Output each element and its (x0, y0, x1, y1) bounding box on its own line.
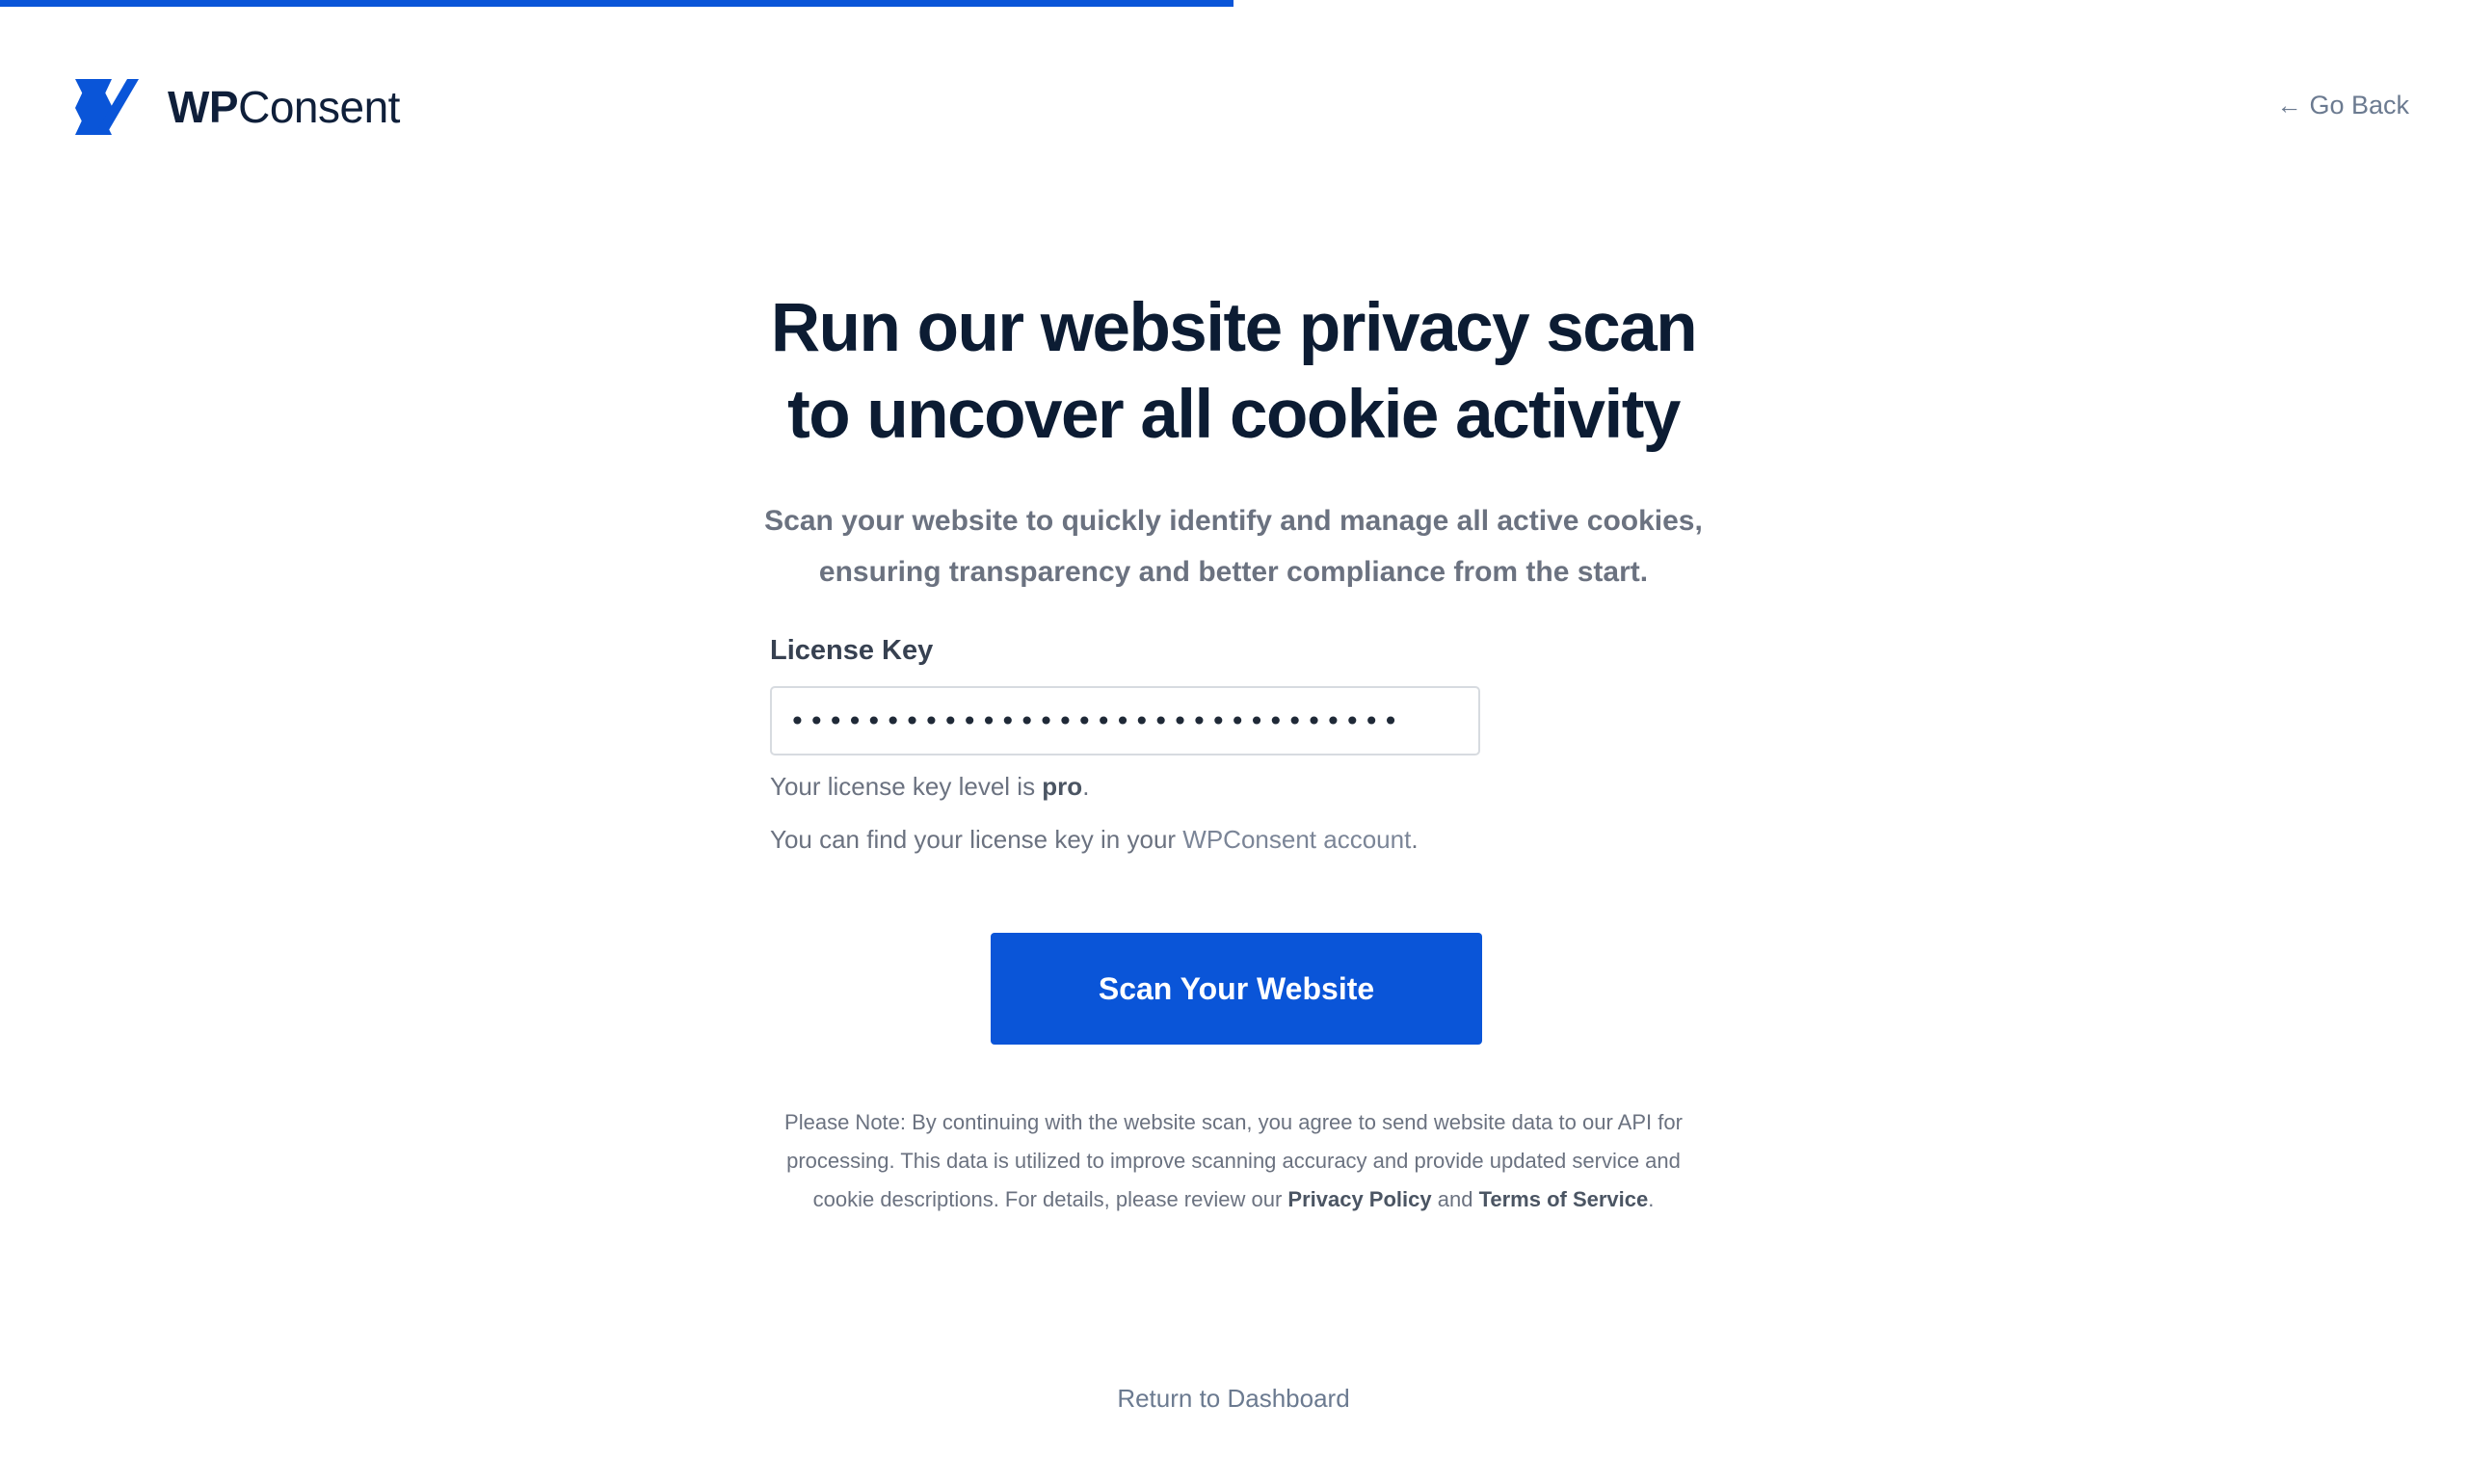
license-find-text: You can find your license key in your WP… (770, 822, 1502, 857)
header: WPConsent ← Go Back (0, 0, 2467, 193)
privacy-note-and: and (1431, 1187, 1479, 1211)
license-level-value: pro (1042, 772, 1083, 801)
logo-consent: Consent (238, 82, 400, 132)
license-key-input[interactable] (770, 686, 1480, 755)
license-level-suffix: . (1082, 772, 1090, 801)
page-subtitle: Scan your website to quickly identify an… (0, 495, 2467, 597)
license-key-label: License Key (770, 635, 934, 666)
scan-website-button[interactable]: Scan Your Website (991, 933, 1482, 1045)
license-form: License Key Your license key level is pr… (770, 631, 1502, 857)
go-back-label: Go Back (2309, 91, 2409, 119)
logo-wordmark: WPConsent (168, 75, 400, 139)
page-subtitle-line-1: Scan your website to quickly identify an… (764, 505, 1703, 537)
license-level-text: Your license key level is pro. (770, 769, 1502, 804)
terms-of-service-label: Terms of Service (1478, 1187, 1649, 1211)
page-title-line-1: Run our website privacy scan (770, 290, 1698, 366)
privacy-policy-label: Privacy Policy (1287, 1187, 1432, 1211)
terms-of-service-link[interactable]: Terms of Service (1479, 1187, 1649, 1211)
logo-wp: WP (168, 82, 239, 132)
page-title: Run our website privacy scan to uncover … (0, 285, 2467, 459)
go-back-link[interactable]: ← Go Back (2276, 91, 2409, 120)
page-subtitle-line-2: ensuring transparency and better complia… (818, 556, 1649, 588)
return-to-dashboard-link[interactable]: Return to Dashboard (1117, 1384, 1349, 1413)
wpconsent-logo-icon (75, 79, 139, 135)
license-level-prefix: Your license key level is (770, 772, 1043, 801)
privacy-note-end: . (1648, 1187, 1655, 1211)
privacy-note: Please Note: By continuing with the webs… (771, 1103, 1696, 1219)
page-title-line-2: to uncover all cookie activity (787, 377, 1681, 453)
arrow-left-icon: ← (2276, 91, 2302, 119)
privacy-policy-link[interactable]: Privacy Policy (1287, 1187, 1431, 1211)
license-find-prefix: You can find your license key in your (770, 825, 1183, 854)
wpconsent-logo[interactable]: WPConsent (69, 75, 400, 139)
return-dashboard-row: Return to Dashboard (0, 1384, 2467, 1414)
wpconsent-account-link[interactable]: WPConsent account (1182, 825, 1411, 854)
license-find-suffix: . (1411, 825, 1419, 854)
